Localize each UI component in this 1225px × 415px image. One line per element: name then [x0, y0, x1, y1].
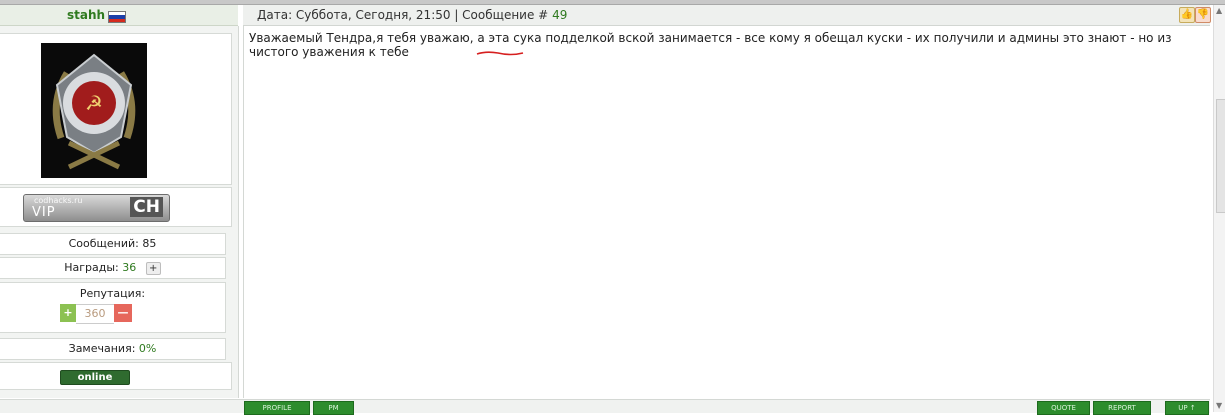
- flag-stripe-red: [109, 18, 125, 22]
- post-content: Уважаемый Тендра,я тебя уважаю, а эта су…: [243, 26, 1211, 398]
- scroll-up-icon[interactable]: ▲: [1216, 6, 1222, 15]
- warnings-value: 0%: [138, 342, 157, 355]
- russia-flag-icon: [108, 11, 126, 23]
- vertical-scrollbar[interactable]: ▲ ▼: [1213, 5, 1225, 412]
- post-meta: Дата: Суббота, Сегодня, 21:50 | Сообщени…: [257, 8, 567, 22]
- awards-value[interactable]: 36: [122, 261, 136, 274]
- report-button[interactable]: REPORT: [1093, 401, 1151, 415]
- vip-text: VIP: [32, 205, 56, 220]
- post-header: Дата: Суббота, Сегодня, 21:50 | Сообщени…: [243, 5, 1211, 26]
- reputation-minus-button[interactable]: —: [114, 304, 132, 322]
- post-footer: PROFILE PM QUOTE REPORT UP ↑: [0, 399, 1210, 415]
- warnings-count: Замечания: 0%: [0, 338, 226, 360]
- up-button[interactable]: UP ↑: [1165, 401, 1209, 415]
- thumb-down-icon[interactable]: 👎: [1195, 7, 1211, 23]
- vip-panel: codhacks.ru VIP CH: [0, 187, 232, 227]
- scroll-thumb[interactable]: [1216, 99, 1225, 213]
- vip-badge: codhacks.ru VIP CH: [23, 194, 170, 222]
- reputation-label: Репутация:: [79, 287, 146, 300]
- post-text: Уважаемый Тендра,я тебя уважаю, а эта су…: [249, 31, 1172, 59]
- vip-logo: CH: [130, 197, 163, 217]
- add-award-button[interactable]: +: [145, 261, 161, 275]
- profile-button[interactable]: PROFILE: [244, 401, 310, 415]
- post-date-label: Дата: Суббота, Сегодня, 21:50 | Сообщени…: [257, 8, 549, 22]
- status-panel: online: [0, 362, 232, 390]
- author-header: stahh: [0, 5, 238, 26]
- post-number[interactable]: 49: [552, 8, 567, 22]
- messages-label: Сообщений:: [68, 237, 139, 250]
- svg-text:☭: ☭: [85, 91, 103, 115]
- author-username[interactable]: stahh: [67, 8, 105, 22]
- warnings-label: Замечания:: [68, 342, 136, 355]
- messages-value: 85: [142, 237, 157, 250]
- messages-count: Сообщений: 85: [0, 233, 226, 255]
- pm-button[interactable]: PM: [313, 401, 354, 415]
- vip-site: codhacks.ru: [34, 196, 83, 205]
- author-sidebar: ☭ codhacks.ru VIP CH Сообщений: 85 Награ…: [0, 26, 239, 398]
- quote-button[interactable]: QUOTE: [1037, 401, 1090, 415]
- red-underline-annotation: [476, 51, 524, 56]
- reputation-panel: Репутация: + 360 —: [0, 282, 226, 333]
- thumb-up-icon[interactable]: 👍: [1179, 7, 1195, 23]
- awards-label: Награды:: [64, 261, 119, 274]
- scroll-down-icon[interactable]: ▼: [1216, 401, 1222, 410]
- awards-count: Награды: 36 +: [0, 257, 226, 279]
- avatar-panel: ☭: [0, 33, 232, 185]
- reputation-value[interactable]: 360: [76, 304, 114, 324]
- online-status-badge: online: [60, 370, 130, 385]
- reputation-plus-button[interactable]: +: [60, 304, 76, 322]
- avatar[interactable]: ☭: [41, 43, 147, 178]
- medal-badge-icon: ☭: [41, 43, 147, 178]
